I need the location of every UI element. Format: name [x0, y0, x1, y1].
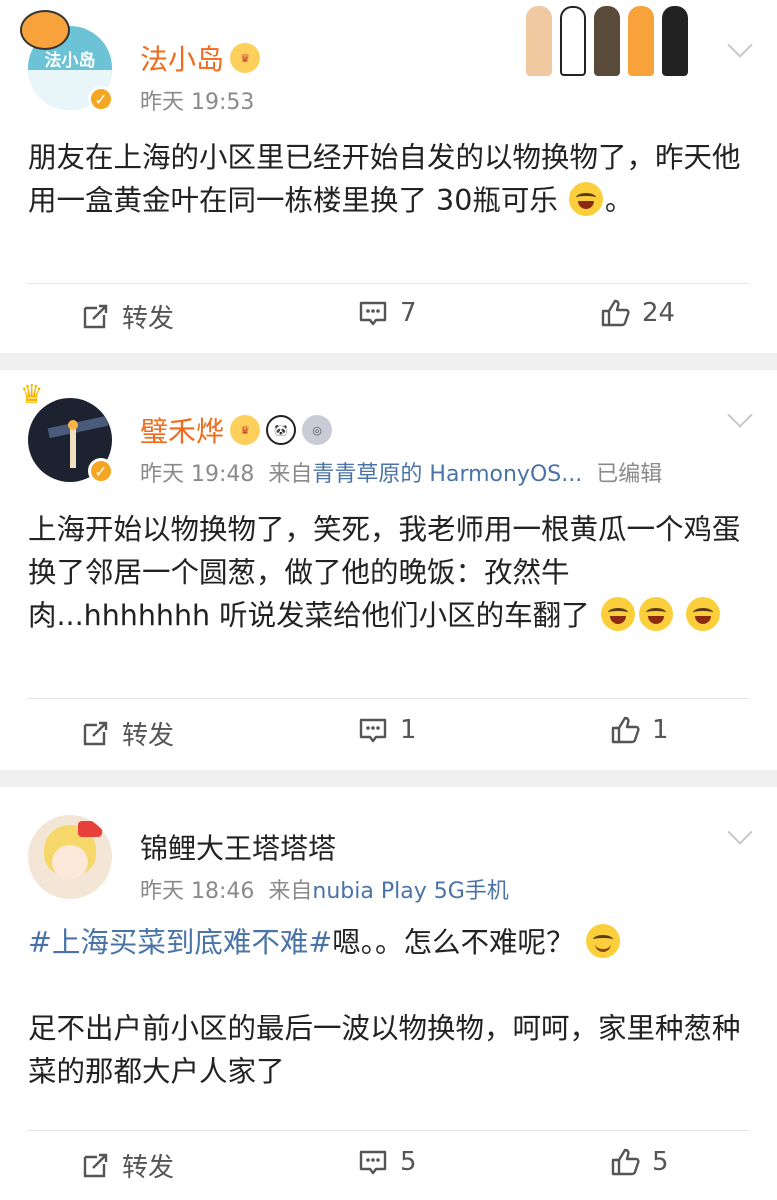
crown-icon: ♛ — [20, 380, 44, 410]
username[interactable]: 法小岛 — [140, 38, 224, 78]
repost-label: 转发 — [122, 304, 175, 334]
repost-button[interactable]: 转发 — [80, 1147, 174, 1184]
avatar[interactable] — [28, 815, 112, 899]
post-text: 朋友在上海的小区里已经开始自发的以物换物了，昨天他用一盒黄金叶在同一栋楼里换了 … — [28, 141, 741, 217]
chevron-down-icon[interactable] — [727, 32, 753, 58]
post-time: 昨天 19:48 — [140, 462, 255, 487]
verified-badge-icon: ✓ — [88, 86, 114, 112]
post-separator — [0, 353, 777, 370]
divider — [28, 698, 749, 699]
like-count: 1 — [652, 715, 669, 745]
comment-icon — [359, 301, 387, 326]
post-time: 昨天 18:46 — [140, 879, 255, 904]
post-3: 锦鲤大王塔塔塔 昨天 18:46 来自nubia Play 5G手机 #上海买菜… — [0, 787, 777, 1200]
laugh-cry-emoji-icon — [600, 597, 635, 631]
like-button[interactable]: 5 — [610, 1147, 669, 1177]
repost-label: 转发 — [122, 1153, 175, 1183]
divider — [28, 283, 749, 284]
verified-badge-icon: ✓ — [88, 458, 114, 484]
comment-button[interactable]: 1 — [358, 715, 417, 745]
post-time: 昨天 19:53 — [140, 90, 255, 115]
repost-label: 转发 — [122, 721, 175, 751]
source-prefix: 来自 — [268, 879, 313, 904]
username[interactable]: 锦鲤大王塔塔塔 — [140, 827, 336, 867]
username[interactable]: 璧禾烨 — [140, 410, 224, 450]
comment-icon — [359, 718, 387, 743]
vip-crown-icon: ♛ — [230, 43, 261, 73]
comment-button[interactable]: 7 — [358, 298, 417, 328]
thumbs-up-icon — [611, 1148, 640, 1176]
topic-hashtag-link[interactable]: #上海买菜到底难不难# — [28, 926, 332, 959]
cat-paws-decoration-icon — [526, 6, 688, 76]
thumbs-up-icon — [601, 299, 630, 327]
comment-count: 5 — [400, 1147, 417, 1177]
chevron-down-icon[interactable] — [727, 402, 753, 428]
tiger-mascot-icon — [20, 10, 70, 50]
comment-icon — [359, 1150, 387, 1175]
post-separator — [0, 770, 777, 787]
vip-crown-icon: ♛ — [230, 415, 261, 445]
thumbs-up-icon — [611, 716, 640, 744]
divider — [28, 1130, 749, 1131]
repost-icon — [83, 1153, 108, 1177]
medal-icon: ◎ — [302, 415, 333, 445]
like-button[interactable]: 1 — [610, 715, 669, 745]
like-count: 5 — [652, 1147, 669, 1177]
repost-icon — [83, 304, 108, 328]
laugh-cry-emoji-icon — [685, 597, 720, 631]
comment-count: 1 — [400, 715, 417, 745]
source-link[interactable]: nubia Play 5G手机 — [312, 879, 508, 904]
laugh-cry-emoji-icon — [568, 182, 603, 216]
avatar[interactable]: 法小岛 ✓ — [20, 10, 114, 112]
laugh-cry-emoji-icon — [638, 597, 673, 631]
source-link[interactable]: 青青草原的 HarmonyOS... — [312, 462, 582, 487]
chevron-down-icon[interactable] — [727, 819, 753, 845]
post-text: 嗯。。怎么不难呢？ — [332, 926, 575, 959]
post-text-paragraph: 足不出户前小区的最后一波以物换物，呵呵，家里种葱种菜的那都大户人家了 — [28, 1012, 741, 1088]
post-2: ♛ ✓ 璧禾烨 ♛ 🐼 ◎ 昨天 19:48 来自青青草原的 HarmonyOS… — [0, 370, 777, 770]
source-prefix: 来自 — [268, 462, 313, 487]
repost-button[interactable]: 转发 — [80, 715, 174, 752]
like-count: 24 — [642, 298, 676, 328]
comment-count: 7 — [400, 298, 417, 328]
post-1: 法小岛 ✓ 法小岛 ♛ 昨天 19:53 朋友在上海的小区里已经开始自发的以物换… — [0, 0, 777, 353]
repost-icon — [83, 721, 108, 745]
smile-emoji-icon — [585, 924, 620, 958]
repost-button[interactable]: 转发 — [80, 298, 174, 335]
edited-label[interactable]: 已编辑 — [596, 462, 662, 487]
post-text-tail: 。 — [604, 184, 634, 217]
avatar[interactable]: ♛ ✓ — [20, 380, 114, 484]
like-button[interactable]: 24 — [600, 298, 675, 328]
panda-icon: 🐼 — [266, 415, 297, 445]
comment-button[interactable]: 5 — [358, 1147, 417, 1177]
